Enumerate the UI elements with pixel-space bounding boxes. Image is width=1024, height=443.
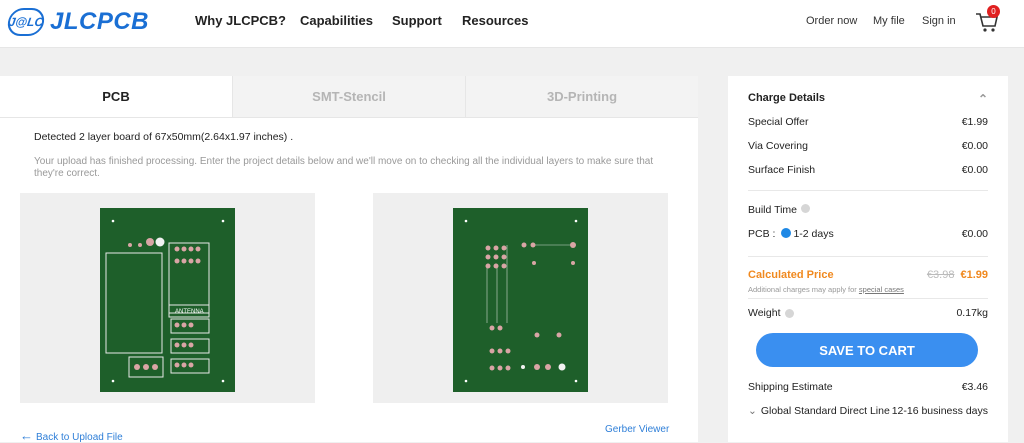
surface-finish-value: €0.00 (961, 164, 988, 176)
selected-radio-icon[interactable] (781, 228, 792, 238)
my-file-link[interactable]: My file (873, 15, 905, 27)
shipping-estimate-value: €3.46 (961, 381, 988, 393)
build-time-label: Build Time (748, 204, 798, 216)
surface-finish-row: Surface Finish €0.00 (748, 164, 988, 176)
arrow-left-icon: ← (20, 428, 33, 443)
back-to-upload-link[interactable]: ← Back to Upload File (20, 428, 123, 443)
chevron-down-icon[interactable]: ⌄ (748, 405, 757, 417)
special-offer-label: Special Offer (748, 116, 809, 128)
cart-button[interactable]: 0 (974, 5, 1000, 34)
logo-mark: J@LC (6, 8, 46, 36)
jlcpcb-logo[interactable]: J@LC JLCPCB (6, 8, 150, 36)
tab-3d-printing[interactable]: 3D-Printing (465, 76, 698, 118)
tab-pcb[interactable]: PCB (0, 76, 232, 118)
help-icon[interactable] (801, 204, 811, 213)
discounted-price: €1.99 (960, 269, 988, 281)
build-time-row: Build Time (748, 204, 988, 216)
divider (748, 298, 988, 299)
nav-capabilities[interactable]: Capabilities (300, 13, 373, 28)
original-price: €3.98 (926, 269, 955, 281)
cart-count-badge: 0 (987, 5, 1000, 18)
calc-note-text: Additional charges may apply for (748, 285, 857, 294)
special-cases-link[interactable]: special cases (859, 285, 904, 294)
shipping-time: 12-16 business days (891, 405, 988, 417)
charge-details-title: Charge Details (748, 92, 826, 104)
order-now-link[interactable]: Order now (806, 15, 857, 27)
gerber-viewer-link[interactable]: Gerber Viewer (605, 424, 669, 435)
shipping-estimate-label: Shipping Estimate (748, 381, 833, 393)
sign-in-link[interactable]: Sign in (922, 15, 956, 27)
pcb-build-label: PCB : (748, 228, 776, 240)
shipping-method: Global Standard Direct Line (760, 405, 890, 417)
via-covering-row: Via Covering €0.00 (748, 140, 988, 152)
antenna-silkscreen: ANTENNA (175, 309, 204, 315)
pcb-build-value: €0.00 (961, 228, 988, 240)
shipping-method-row[interactable]: ⌄ Global Standard Direct Line 12-16 busin… (748, 405, 988, 417)
top-layer-preview[interactable]: ANTENNA (20, 193, 315, 403)
pcb-build-option[interactable]: 1-2 days (793, 228, 833, 240)
shipping-estimate-row: Shipping Estimate €3.46 (748, 381, 988, 393)
weight-label: Weight (748, 307, 781, 319)
charge-details-panel: Charge Details ⌃ Special Offer €1.99 Via… (728, 76, 1008, 442)
bottom-layer-image (453, 208, 588, 392)
tab-smt-stencil[interactable]: SMT-Stencil (232, 76, 465, 118)
divider (748, 256, 988, 257)
board-detected-text: Detected 2 layer board of 67x50mm(2.64x1… (34, 131, 294, 143)
back-to-upload-label: Back to Upload File (36, 432, 123, 443)
logo-text: JLCPCB (50, 8, 150, 35)
pcb-upload-panel: PCB SMT-Stencil 3D-Printing Detected 2 l… (0, 76, 698, 443)
save-to-cart-button[interactable]: SAVE TO CART (756, 333, 978, 367)
nav-support[interactable]: Support (392, 13, 442, 28)
weight-row: Weight 0.17kg (748, 307, 988, 319)
special-offer-value: €1.99 (961, 116, 988, 128)
special-offer-row: Special Offer €1.99 (748, 116, 988, 128)
pcb-build-time-row: PCB : 1-2 days €0.00 (748, 228, 988, 240)
calc-note: Additional charges may apply for special… (748, 285, 988, 294)
nav-resources[interactable]: Resources (462, 13, 528, 28)
via-covering-value: €0.00 (961, 140, 988, 152)
divider (748, 190, 988, 191)
help-icon[interactable] (784, 308, 794, 318)
calculated-price-label: Calculated Price (748, 269, 834, 281)
calculated-price-row: Calculated Price €3.98 €1.99 (748, 269, 988, 281)
weight-value: 0.17kg (956, 307, 988, 319)
nav-why-jlcpcb[interactable]: Why JLCPCB? (195, 13, 286, 28)
top-nav: J@LC JLCPCB Why JLCPCB? Capabilities Sup… (0, 0, 1024, 48)
via-covering-label: Via Covering (748, 140, 808, 152)
top-layer-image: ANTENNA (100, 208, 235, 392)
surface-finish-label: Surface Finish (748, 164, 816, 176)
upload-status-text: Your upload has finished processing. Ent… (34, 156, 654, 179)
bottom-layer-preview[interactable] (373, 193, 668, 403)
product-tabs: PCB SMT-Stencil 3D-Printing (0, 76, 698, 118)
charge-details-header[interactable]: Charge Details ⌃ (748, 92, 988, 106)
chevron-up-icon[interactable]: ⌃ (978, 92, 988, 106)
